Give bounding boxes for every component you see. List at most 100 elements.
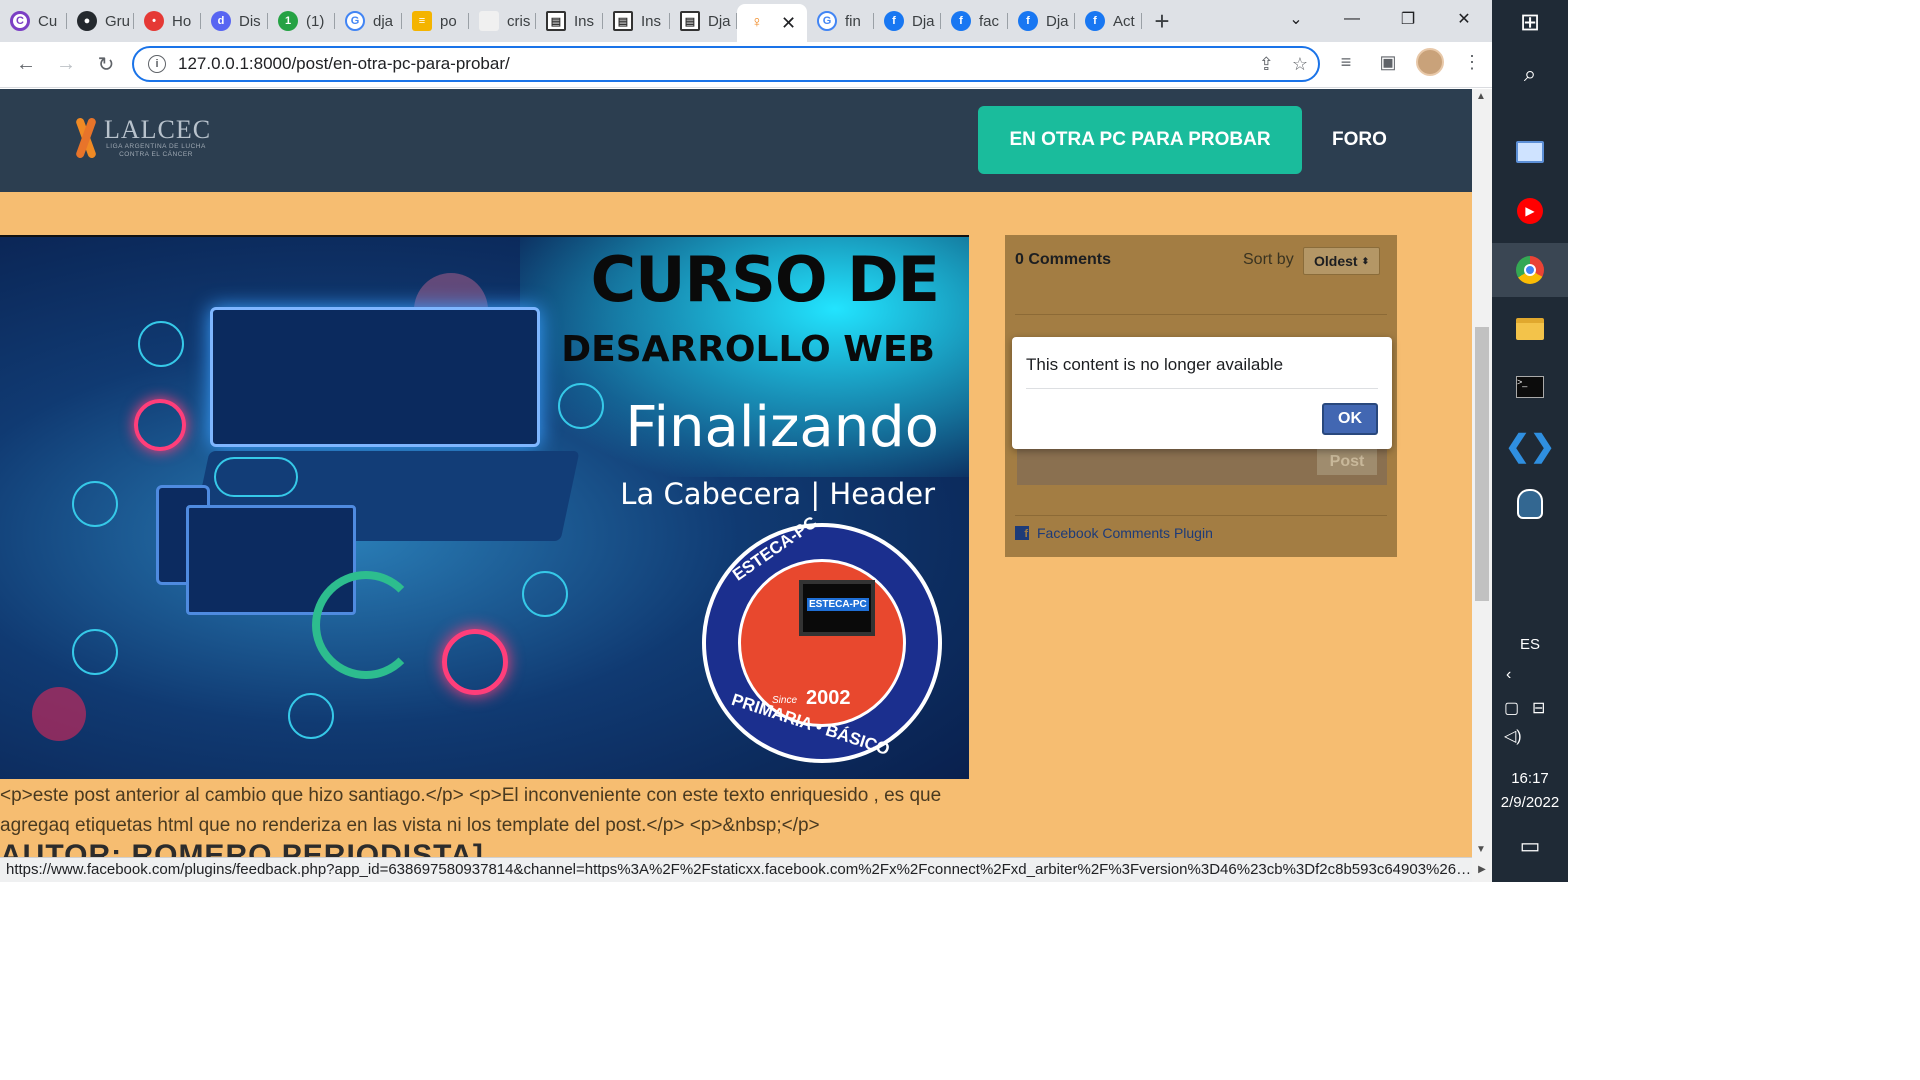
side-panel-icon[interactable]: ▣ — [1374, 48, 1402, 76]
scroll-thumb[interactable] — [1475, 327, 1489, 601]
badge-monitor-text: ESTECA-PC — [807, 598, 869, 611]
facebook-icon: f — [884, 11, 904, 31]
facebook-icon: f — [1015, 526, 1029, 540]
tab-1[interactable]: ● Gru — [67, 4, 134, 38]
scroll-right-icon[interactable]: ▶ — [1472, 857, 1492, 882]
tab-label: Gru — [105, 12, 131, 30]
address-url[interactable]: 127.0.0.1:8000/post/en-otra-pc-para-prob… — [178, 54, 510, 74]
back-icon[interactable]: ← — [6, 45, 46, 85]
window-controls: ⌄ — ❐ ✕ — [1268, 0, 1492, 42]
windows-start-icon[interactable]: ⊞ — [1512, 4, 1548, 40]
google-icon: G — [345, 11, 365, 31]
chevron-left-icon[interactable]: ‹ — [1506, 666, 1511, 684]
ok-button[interactable]: OK — [1322, 403, 1378, 435]
dialog-message: This content is no longer available — [1026, 355, 1284, 374]
facebook-plugin-link[interactable]: f Facebook Comments Plugin — [1015, 525, 1213, 541]
tab-3[interactable]: d Dis — [201, 4, 268, 38]
esteca-badge-logo: ESTECA-PC DIVERSIFICADO ESTECA-PC Since … — [702, 513, 942, 763]
nav-item-foro[interactable]: FORO — [1332, 129, 1387, 151]
address-bar[interactable]: i 127.0.0.1:8000/post/en-otra-pc-para-pr… — [132, 46, 1320, 82]
page-viewport: LALCEC LIGA ARGENTINA DE LUCHA CONTRA EL… — [0, 89, 1472, 857]
tab-6[interactable]: ≡ po — [402, 4, 469, 38]
hero-image: CURSO DE DESARROLLO WEB Finalizando La C… — [0, 235, 969, 779]
clock-time[interactable]: 16:17 — [1492, 770, 1568, 787]
site-header: LALCEC LIGA ARGENTINA DE LUCHA CONTRA EL… — [0, 89, 1472, 192]
close-tab-icon[interactable]: ✕ — [781, 13, 796, 34]
minimize-icon[interactable]: — — [1324, 0, 1380, 38]
tab-label: Dis — [239, 12, 261, 30]
tab-0[interactable]: C Cu — [0, 4, 67, 38]
tab-10[interactable]: ▤ Dja — [670, 4, 737, 38]
search-icon[interactable]: ⌕ — [1512, 56, 1548, 92]
post-comment-button[interactable]: Post — [1317, 449, 1377, 475]
tab-search-icon[interactable]: ⌄ — [1268, 0, 1324, 38]
share-icon[interactable]: ⇪ — [1259, 54, 1274, 75]
meet-now-icon[interactable]: ▢ — [1504, 698, 1519, 718]
tab-2[interactable]: • Ho — [134, 4, 201, 38]
tab-13[interactable]: f Dja — [874, 4, 941, 38]
hero-title-line3: Finalizando — [625, 395, 939, 460]
restore-icon[interactable]: ❐ — [1380, 0, 1436, 38]
network-icon[interactable]: ⊟ — [1532, 698, 1545, 718]
reload-icon[interactable]: ↻ — [86, 45, 126, 85]
tab-5[interactable]: Gdja — [335, 4, 402, 38]
sort-select[interactable]: Oldest ⬍ — [1303, 247, 1381, 275]
tab-active[interactable]: ♀ ✕ — [737, 4, 807, 42]
display-icon — [288, 693, 334, 739]
clock-date[interactable]: 2/9/2022 — [1492, 794, 1568, 811]
list-icon — [522, 571, 568, 617]
logo-tagline: LIGA ARGENTINA DE LUCHA CONTRA EL CÁNCER — [106, 143, 206, 158]
tab-12[interactable]: Gfin — [807, 4, 874, 38]
sort-by-label: Sort by — [1243, 251, 1294, 268]
tab-label: dja — [373, 12, 394, 30]
tab-4[interactable]: 1 (1) — [268, 4, 335, 38]
cloud-icon — [214, 457, 298, 497]
youtube-music-icon[interactable]: ▶ — [1512, 193, 1548, 229]
site-info-icon[interactable]: i — [148, 55, 166, 73]
file-explorer-icon[interactable] — [1512, 311, 1548, 347]
google-icon: G — [817, 11, 837, 31]
shield-icon — [72, 481, 118, 527]
close-window-icon[interactable]: ✕ — [1436, 0, 1492, 38]
neon-ring-icon — [134, 399, 186, 451]
tab-7[interactable]: cris — [469, 4, 536, 38]
volume-icon[interactable]: ◁) — [1504, 726, 1522, 746]
language-indicator[interactable]: ES — [1492, 636, 1568, 653]
scroll-up-icon[interactable]: ▲ — [1476, 91, 1486, 102]
post-author: AUTOR: ROMERO PERIODISTA] — [0, 839, 484, 857]
new-tab-button[interactable]: + — [1142, 4, 1182, 38]
yellow-note-icon: ≡ — [412, 11, 432, 31]
c-purple-icon: C — [10, 11, 30, 31]
terminal-icon[interactable]: >_ — [1512, 369, 1548, 405]
post-body: <p>este post anterior al cambio que hizo… — [0, 785, 942, 836]
whatsapp-icon: 1 — [278, 11, 298, 31]
remote-desktop-icon[interactable] — [1512, 134, 1548, 170]
tab-9[interactable]: ▤ Ins — [603, 4, 670, 38]
tab-label: Act — [1113, 12, 1135, 30]
plugin-label: Facebook Comments Plugin — [1037, 525, 1213, 541]
page-scrollbar[interactable]: ▲ ▼ — [1472, 89, 1492, 857]
tab-label: Ho — [172, 12, 192, 30]
unavailable-dialog: This content is no longer available OK — [1012, 337, 1392, 449]
tab-14[interactable]: f fac — [941, 4, 1008, 38]
bookmark-star-icon[interactable]: ☆ — [1292, 54, 1308, 75]
docs-icon: ▤ — [680, 11, 700, 31]
tab-label: po — [440, 12, 457, 30]
vscode-icon[interactable]: ❮❯ — [1505, 428, 1555, 464]
tab-16[interactable]: f Act — [1075, 4, 1142, 38]
scroll-down-icon[interactable]: ▼ — [1476, 844, 1486, 855]
menu-kebab-icon[interactable]: ⋮ — [1458, 48, 1486, 76]
chrome-icon[interactable] — [1512, 252, 1548, 288]
facebook-icon: f — [951, 11, 971, 31]
profile-avatar[interactable] — [1416, 48, 1444, 76]
media-control-icon[interactable]: ≡ — [1332, 48, 1360, 76]
tab-15[interactable]: f Dja — [1008, 4, 1075, 38]
postgres-icon[interactable] — [1512, 486, 1548, 522]
neon-ring-icon — [442, 629, 508, 695]
tab-label: (1) — [306, 12, 325, 30]
notifications-icon[interactable]: ▭ — [1512, 828, 1548, 864]
nav-item-active-post[interactable]: EN OTRA PC PARA PROBAR — [978, 106, 1302, 174]
forward-icon[interactable]: → — [46, 45, 86, 85]
site-logo[interactable]: LALCEC LIGA ARGENTINA DE LUCHA CONTRA EL… — [74, 117, 211, 159]
tab-8[interactable]: ▤ Ins — [536, 4, 603, 38]
